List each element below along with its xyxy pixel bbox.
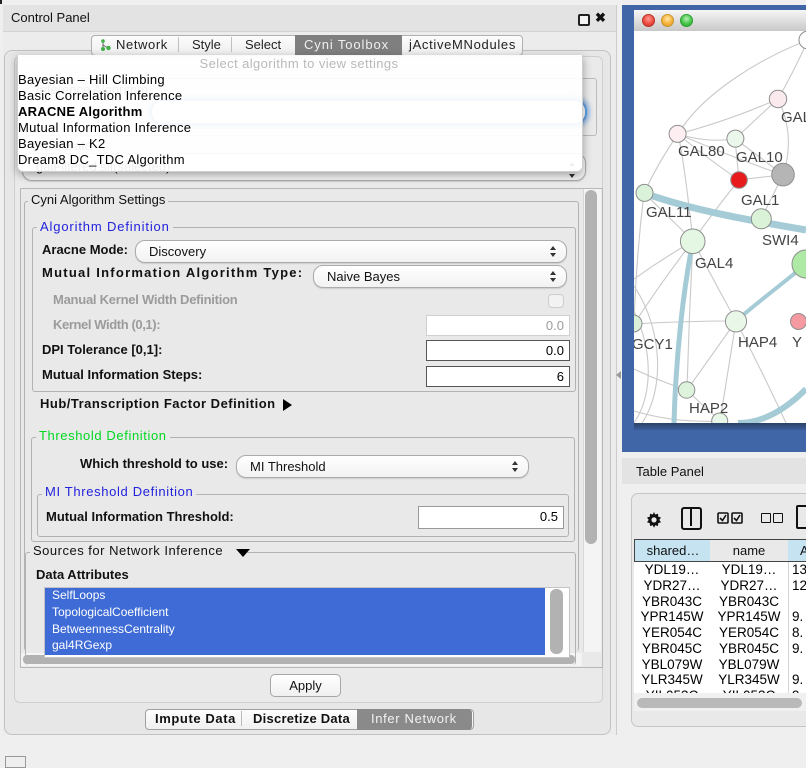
- svg-text:GCY1: GCY1: [634, 336, 673, 353]
- svg-text:Y: Y: [792, 334, 802, 351]
- svg-text:GAL1: GAL1: [741, 192, 779, 209]
- svg-text:GAL10: GAL10: [736, 149, 783, 166]
- svg-text:GAL4: GAL4: [695, 255, 733, 272]
- svg-text:HAP4: HAP4: [738, 334, 777, 351]
- svg-text:SWI4: SWI4: [762, 232, 799, 249]
- svg-text:GAL80: GAL80: [678, 143, 725, 160]
- svg-text:GAL2: GAL2: [781, 109, 806, 126]
- svg-text:HAP2: HAP2: [689, 400, 728, 417]
- svg-text:GAL11: GAL11: [646, 204, 692, 221]
